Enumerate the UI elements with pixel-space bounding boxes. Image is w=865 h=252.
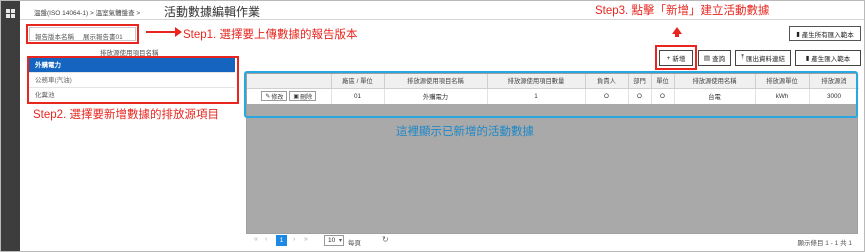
generate-all-templates-label: 產生所有匯入範本 — [801, 31, 854, 39]
query-label: 查詢 — [712, 56, 726, 63]
left-nav-bar — [1, 1, 20, 251]
page-size-select[interactable]: 10 — [324, 235, 344, 246]
per-page-label: 每頁 — [348, 240, 361, 247]
current-page-button[interactable]: 1 — [276, 235, 287, 246]
query-button[interactable]: ▤ 查詢 — [698, 50, 731, 66]
app-grid-icon[interactable] — [6, 9, 15, 18]
export-label: 匯出資料連結 — [745, 56, 785, 63]
step2-annotation: Step2. 選擇要新增數據的排放源項目 — [33, 109, 219, 121]
refresh-icon[interactable]: ↻ — [382, 235, 389, 244]
generate-template-button[interactable]: ▮ 產生匯入範本 — [795, 50, 861, 66]
pagination-info: 顯示條目 1 - 1 共 1 — [797, 240, 852, 247]
breadcrumb: 溫盤(ISO 14064-1) > 溫室氣體盤查 > — [34, 10, 141, 17]
step3-arrow-stem — [675, 33, 679, 37]
prev-page-icon[interactable]: ‹ — [265, 236, 267, 243]
pagination-bar: « ‹ 1 › » 10 每頁 ↻ 顯示條目 1 - 1 共 1 — [246, 234, 858, 248]
export-link-button[interactable]: ⤒ 匯出資料連結 — [735, 50, 791, 66]
page-title: 活動數據編輯作業 — [164, 5, 261, 19]
next-page-icon[interactable]: › — [293, 236, 295, 243]
file-icon: ▮ — [796, 30, 800, 38]
upload-icon: ⤒ — [741, 54, 744, 61]
step1-highlight — [26, 24, 139, 44]
step3-highlight — [655, 45, 697, 70]
step3-annotation: Step3. 點擊「新增」建立活動數據 — [595, 5, 770, 17]
step1-annotation: Step1. 選擇要上傳數據的報告版本 — [183, 29, 358, 41]
step2-highlight — [27, 56, 239, 104]
generate-all-templates-button[interactable]: ▮ 產生所有匯入範本 — [789, 26, 861, 41]
step1-arrow — [146, 27, 182, 37]
table-annotation: 這裡顯示已新增的活動數據 — [396, 126, 534, 138]
table-highlight — [244, 71, 858, 118]
last-page-icon[interactable]: » — [304, 236, 308, 243]
generate-template-label: 產生匯入範本 — [811, 56, 851, 63]
file-icon: ▮ — [805, 55, 810, 62]
table-icon: ▤ — [703, 55, 711, 62]
first-page-icon[interactable]: « — [254, 236, 258, 243]
